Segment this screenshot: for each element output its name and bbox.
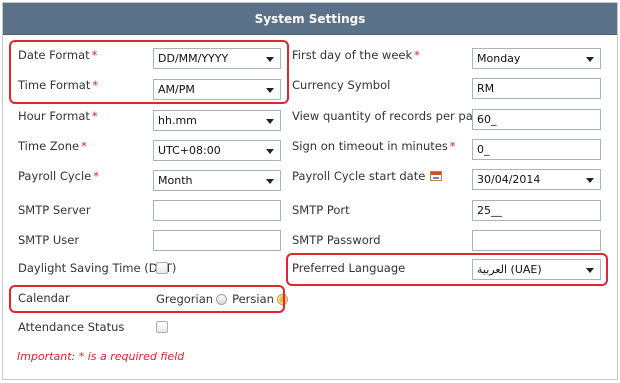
smtp-server-label: SMTP Server [18,203,91,217]
hour-format-label: Hour Format * [18,109,98,123]
view-quantity-label: View quantity of records per page* [292,109,495,123]
smtp-user-label: SMTP User [18,233,80,247]
dst-checkbox[interactable] [156,262,168,274]
highlight-calendar [9,285,285,313]
time-zone-value: UTC+08:00 [158,144,221,157]
calendar-icon[interactable] [430,171,443,181]
panel-title: System Settings [3,3,617,35]
first-day-label: First day of the week * [292,48,420,62]
currency-symbol-label: Currency Symbol [292,78,391,92]
time-zone-label: Time Zone * [18,139,87,153]
chevron-down-icon [586,57,594,62]
smtp-password-input[interactable] [472,230,601,251]
attendance-status-checkbox[interactable] [156,321,168,333]
highlight-preferred-language [286,253,608,286]
payroll-start-date-value: 30/04/2014 [477,173,541,186]
sign-on-timeout-input[interactable] [472,139,601,160]
currency-symbol-input[interactable] [472,78,601,99]
first-day-select[interactable]: Monday [472,48,601,69]
smtp-port-label: SMTP Port [292,203,350,217]
payroll-start-date-select[interactable]: 30/04/2014 [472,169,601,190]
highlight-date-time-format [9,40,289,104]
payroll-cycle-value: Month [158,174,193,187]
dst-label: Daylight Saving Time (DST) [18,261,177,275]
hour-format-value: hh.mm [158,114,197,127]
smtp-port-input[interactable] [472,200,601,221]
sign-on-timeout-label: Sign on timeout in minutes * [292,139,456,153]
hour-format-select[interactable]: hh.mm [153,110,281,131]
first-day-value: Monday [477,52,521,65]
required-field-note: Important: * is a required field [17,350,185,363]
view-quantity-input[interactable] [472,109,601,130]
time-zone-select[interactable]: UTC+08:00 [153,140,281,161]
attendance-status-label: Attendance Status [18,320,125,334]
smtp-server-input[interactable] [153,200,281,221]
payroll-cycle-select[interactable]: Month [153,170,281,191]
smtp-password-label: SMTP Password [292,233,381,247]
smtp-user-input[interactable] [153,230,281,251]
payroll-cycle-label: Payroll Cycle * [18,169,100,183]
chevron-down-icon [586,178,594,183]
chevron-down-icon [266,179,274,184]
payroll-start-date-label: Payroll Cycle start date [292,169,443,183]
chevron-down-icon [266,119,274,124]
chevron-down-icon [266,149,274,154]
